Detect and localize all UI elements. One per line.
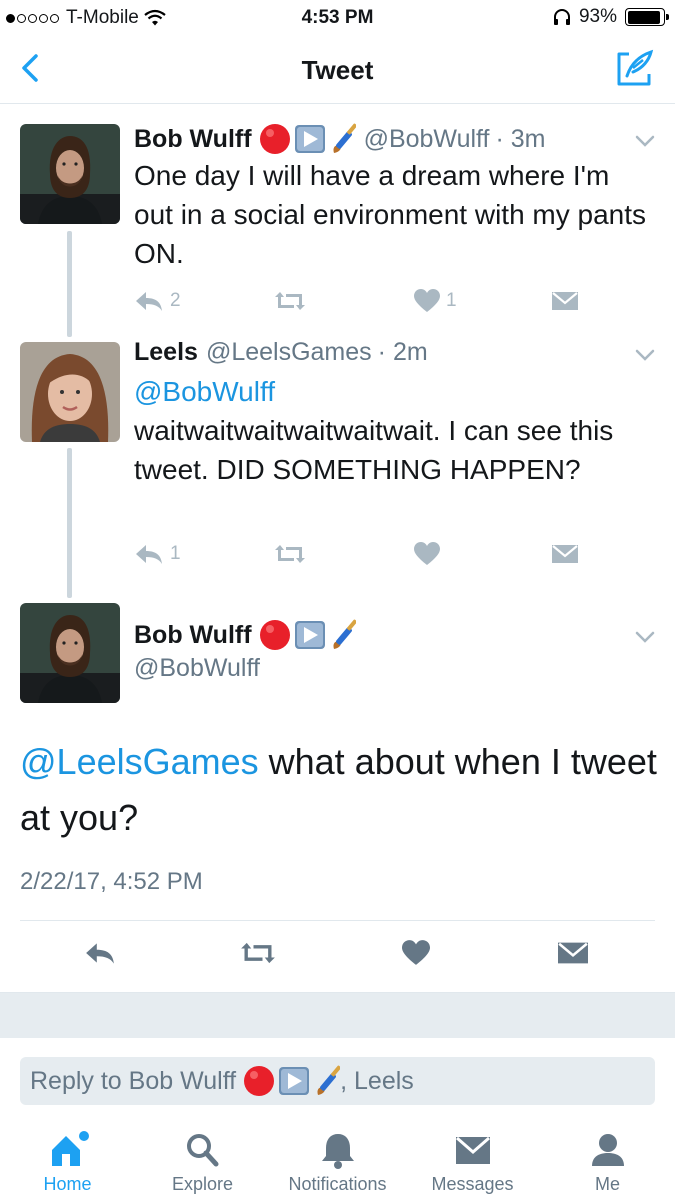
retweet-button[interactable]	[240, 938, 276, 968]
like-button[interactable]	[402, 938, 430, 968]
tweet-age: · 3m	[495, 124, 546, 153]
page-title: Tweet	[301, 55, 374, 85]
tab-label: Notifications	[288, 1174, 387, 1194]
retweet-button[interactable]	[274, 539, 306, 569]
like-button[interactable]	[414, 539, 440, 569]
tweet-timestamp: 2/22/17, 4:52 PM	[20, 868, 203, 895]
direct-message-button[interactable]	[552, 539, 578, 569]
retweet-icon	[275, 292, 305, 310]
reply-input[interactable]: Reply to Bob Wulff , Leels	[20, 1057, 655, 1105]
tweet-item[interactable]: Leels @LeelsGames · 2m @BobWulff waitwai…	[0, 338, 675, 598]
bell-icon	[321, 1134, 354, 1169]
tweet-actions: 1	[134, 539, 594, 569]
envelope-icon	[552, 292, 578, 310]
retweet-icon	[241, 942, 275, 964]
reply-count: 2	[170, 290, 181, 311]
reply-button[interactable]: 2	[134, 286, 181, 316]
divider	[20, 920, 655, 921]
chevron-down-icon[interactable]	[635, 630, 655, 644]
battery-icon	[625, 8, 669, 26]
tab-bar: Home Explore Notifications Messages Me	[0, 1118, 675, 1200]
envelope-icon	[455, 1136, 490, 1164]
reply-button[interactable]: 1	[134, 539, 181, 569]
tweet-actions	[0, 938, 675, 978]
avatar[interactable]	[20, 124, 120, 224]
author-name[interactable]: Leels	[134, 338, 198, 367]
tab-messages[interactable]: Messages	[405, 1118, 540, 1200]
author-handle[interactable]: @BobWulff	[364, 125, 490, 154]
direct-message-button[interactable]	[558, 938, 588, 968]
focused-tweet: Bob Wulff @BobWulff @LeelsGames what abo…	[0, 598, 675, 992]
author-name[interactable]: Bob Wulff	[134, 125, 252, 154]
reply-button[interactable]	[84, 938, 116, 968]
avatar[interactable]	[20, 342, 120, 442]
tab-label: Messages	[431, 1174, 514, 1194]
author-handle[interactable]: @BobWulff	[134, 654, 260, 683]
reply-count: 1	[170, 543, 181, 564]
heart-icon	[414, 289, 440, 312]
name-emojis	[242, 1064, 341, 1098]
home-icon	[51, 1131, 89, 1166]
profile-icon	[591, 1134, 624, 1166]
reply-placeholder-suffix: , Leels	[340, 1066, 414, 1095]
direct-message-button[interactable]	[552, 286, 578, 316]
tab-explore[interactable]: Explore	[135, 1118, 270, 1200]
tweet-age: · 2m	[377, 338, 428, 366]
tweet-actions: 2 1	[134, 286, 594, 316]
tweet-text: @LeelsGames what about when I tweet at y…	[20, 734, 660, 846]
reply-placeholder-prefix: Reply to Bob Wulff	[30, 1066, 237, 1095]
mention-link[interactable]: @LeelsGames	[20, 741, 259, 782]
heart-icon	[402, 940, 430, 965]
tweet-text: waitwaitwaitwaitwaitwait. I can see this…	[134, 415, 614, 485]
tab-label: Home	[43, 1174, 92, 1194]
envelope-icon	[558, 942, 588, 964]
headphones-icon	[553, 9, 570, 25]
reply-icon	[86, 943, 114, 964]
heart-icon	[414, 542, 440, 565]
tweet-item[interactable]: Bob Wulff @BobWulff · 3m One day I will …	[0, 104, 675, 338]
tweet-text: One day I will have a dream where I'm ou…	[134, 160, 647, 269]
tab-me[interactable]: Me	[540, 1118, 675, 1200]
tab-label: Me	[594, 1174, 620, 1194]
tab-label: Explore	[171, 1174, 234, 1194]
retweet-button[interactable]	[274, 286, 306, 316]
author-handle[interactable]: @LeelsGames	[206, 338, 372, 367]
reply-icon	[136, 545, 162, 564]
mention-link[interactable]: @BobWulff	[134, 372, 654, 411]
author-name[interactable]: Bob Wulff	[134, 621, 252, 650]
envelope-icon	[552, 545, 578, 563]
tab-notifications[interactable]: Notifications	[270, 1118, 405, 1200]
battery-percent: 93%	[578, 6, 617, 27]
thread-connector	[67, 231, 72, 337]
thread-connector	[67, 448, 72, 598]
retweet-icon	[275, 545, 305, 563]
tab-home[interactable]: Home	[0, 1118, 135, 1200]
section-separator	[0, 992, 675, 1038]
like-count: 1	[446, 290, 457, 311]
like-button[interactable]: 1	[414, 286, 457, 316]
name-emojis	[258, 122, 356, 156]
chevron-down-icon[interactable]	[635, 348, 655, 362]
name-emojis	[258, 618, 356, 652]
search-icon	[186, 1134, 218, 1167]
navigation-bar: Tweet	[0, 36, 675, 104]
chevron-down-icon[interactable]	[635, 134, 655, 148]
status-bar: T-Mobile 4:53 PM 93%	[0, 0, 675, 36]
avatar[interactable]	[20, 603, 120, 703]
compose-tweet-icon[interactable]	[613, 48, 655, 88]
reply-icon	[136, 292, 162, 311]
